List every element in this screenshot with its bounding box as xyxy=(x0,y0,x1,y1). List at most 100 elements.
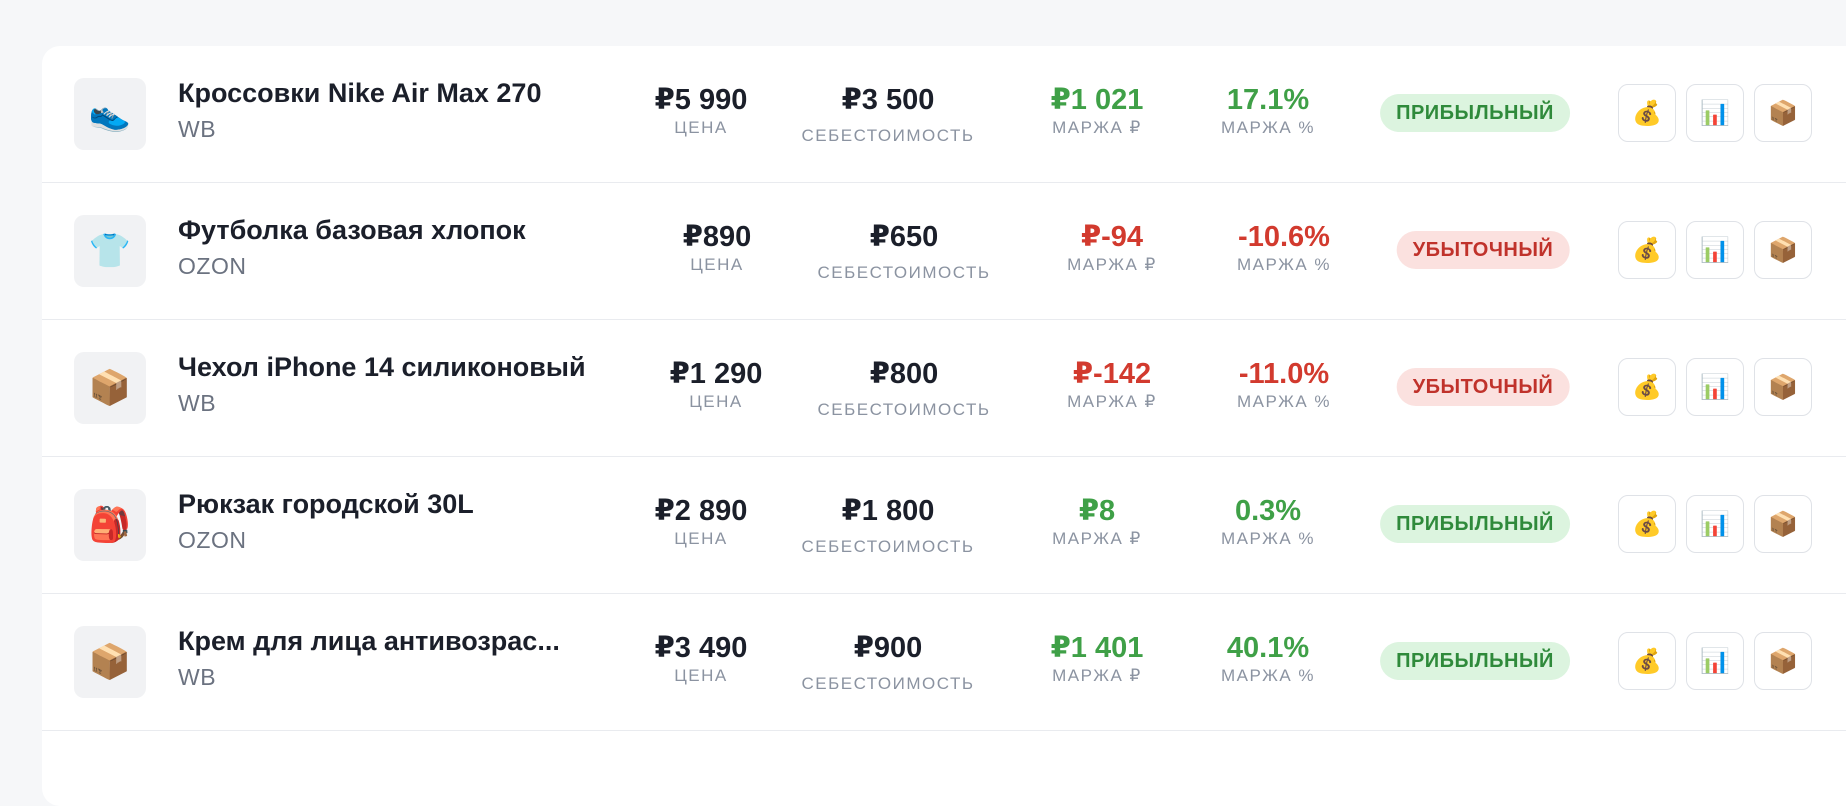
product-thumbnail: 🎒 xyxy=(74,489,146,561)
bar-chart-button[interactable]: 📊 xyxy=(1686,221,1744,279)
cost-label: СЕБЕСТОИМОСТЬ xyxy=(801,537,975,556)
package-icon: 📦 xyxy=(88,368,132,408)
product-name[interactable]: Крем для лица антивозрас... xyxy=(178,626,560,657)
margin-pct-label: МАРЖА % xyxy=(1220,529,1316,548)
cost-value: ₽900 xyxy=(853,632,923,664)
bar-chart-icon: 📊 xyxy=(1700,510,1730,538)
product-platform: WB xyxy=(178,390,217,416)
money-bag-icon: 💰 xyxy=(1632,373,1662,401)
table-row[interactable]: 🎒 Рюкзак городской 30L OZON ₽2 890 ЦЕНА … xyxy=(42,457,1846,594)
margin-rub-metric: ₽8 МАРЖА ₽ xyxy=(1052,493,1142,549)
margin-pct-metric: 17.1% МАРЖА % xyxy=(1221,82,1315,138)
cost-value: ₽3 500 xyxy=(841,84,935,116)
price-metric: ₽2 890 ЦЕНА xyxy=(655,493,748,549)
margin-pct-metric: -10.6% МАРЖА % xyxy=(1237,219,1331,275)
price-label: ЦЕНА xyxy=(689,392,743,411)
package-button[interactable]: 📦 xyxy=(1754,221,1812,279)
price-value: ₽1 290 xyxy=(669,358,763,390)
money-bag-button[interactable]: 💰 xyxy=(1618,84,1676,142)
backpack-icon: 🎒 xyxy=(88,505,132,545)
cost-metric: ₽900 СЕБЕСТОИМОСТЬ xyxy=(801,630,974,694)
margin-pct-label: МАРЖА % xyxy=(1236,255,1332,274)
sneaker-icon: 👟 xyxy=(88,94,132,134)
product-name[interactable]: Футболка базовая хлопок xyxy=(178,215,526,246)
package-icon: 📦 xyxy=(1768,99,1798,127)
margin-rub-value: ₽1 401 xyxy=(1050,632,1144,664)
product-name[interactable]: Кроссовки Nike Air Max 270 xyxy=(178,78,541,109)
product-thumbnail: 📦 xyxy=(74,626,146,698)
money-bag-icon: 💰 xyxy=(1632,510,1662,538)
bar-chart-button[interactable]: 📊 xyxy=(1686,632,1744,690)
package-button[interactable]: 📦 xyxy=(1754,84,1812,142)
price-label: ЦЕНА xyxy=(690,255,744,274)
margin-pct-value: -11.0% xyxy=(1238,358,1330,390)
package-button[interactable]: 📦 xyxy=(1754,632,1812,690)
status-badge: УБЫТОЧНЫЙ xyxy=(1396,368,1570,406)
status-badge: ПРИБЫЛЬНЫЙ xyxy=(1380,642,1570,680)
money-bag-icon: 💰 xyxy=(1632,236,1662,264)
bar-chart-icon: 📊 xyxy=(1700,373,1730,401)
margin-pct-value: 17.1% xyxy=(1226,84,1310,116)
cost-metric: ₽800 СЕБЕСТОИМОСТЬ xyxy=(817,356,990,420)
cost-label: СЕБЕСТОИМОСТЬ xyxy=(801,674,975,693)
bar-chart-button[interactable]: 📊 xyxy=(1686,358,1744,416)
table-row[interactable]: 👟 Кроссовки Nike Air Max 270 WB ₽5 990 Ц… xyxy=(42,46,1846,183)
cost-metric: ₽3 500 СЕБЕСТОИМОСТЬ xyxy=(801,82,974,146)
margin-rub-value: ₽-142 xyxy=(1072,358,1152,390)
product-thumbnail: 📦 xyxy=(74,352,146,424)
margin-rub-label: МАРЖА ₽ xyxy=(1067,255,1157,274)
product-name[interactable]: Рюкзак городской 30L xyxy=(178,489,474,520)
margin-pct-label: МАРЖА % xyxy=(1220,118,1316,137)
package-icon: 📦 xyxy=(1768,236,1798,264)
status-badge: ПРИБЫЛЬНЫЙ xyxy=(1380,505,1570,543)
margin-rub-label: МАРЖА ₽ xyxy=(1067,392,1157,411)
product-platform: WB xyxy=(178,116,217,142)
price-label: ЦЕНА xyxy=(674,529,728,548)
package-button[interactable]: 📦 xyxy=(1754,495,1812,553)
cost-label: СЕБЕСТОИМОСТЬ xyxy=(801,126,975,145)
product-thumbnail: 👟 xyxy=(74,78,146,150)
price-value: ₽2 890 xyxy=(654,495,748,527)
money-bag-icon: 💰 xyxy=(1632,647,1662,675)
money-bag-button[interactable]: 💰 xyxy=(1618,358,1676,416)
price-value: ₽890 xyxy=(682,221,752,253)
money-bag-button[interactable]: 💰 xyxy=(1618,495,1676,553)
margin-rub-value: ₽-94 xyxy=(1080,221,1144,253)
margin-rub-value: ₽1 021 xyxy=(1050,84,1144,116)
package-button[interactable]: 📦 xyxy=(1754,358,1812,416)
price-metric: ₽1 290 ЦЕНА xyxy=(670,356,763,412)
margin-pct-metric: -11.0% МАРЖА % xyxy=(1237,356,1331,412)
bar-chart-button[interactable]: 📊 xyxy=(1686,84,1744,142)
bar-chart-button[interactable]: 📊 xyxy=(1686,495,1744,553)
price-value: ₽5 990 xyxy=(654,84,748,116)
status-badge: ПРИБЫЛЬНЫЙ xyxy=(1380,94,1570,132)
price-value: ₽3 490 xyxy=(654,632,748,664)
table-row[interactable]: 📦 Крем для лица антивозрас... WB ₽3 490 … xyxy=(42,594,1846,731)
margin-pct-metric: 40.1% МАРЖА % xyxy=(1221,630,1315,686)
cost-value: ₽800 xyxy=(869,358,939,390)
package-icon: 📦 xyxy=(1768,510,1798,538)
margin-rub-label: МАРЖА ₽ xyxy=(1052,666,1142,685)
price-metric: ₽890 ЦЕНА xyxy=(683,219,752,275)
cost-label: СЕБЕСТОИМОСТЬ xyxy=(817,400,991,419)
table-row[interactable]: 📦 Чехол iPhone 14 силиконовый WB ₽1 290 … xyxy=(42,320,1846,457)
cost-value: ₽1 800 xyxy=(841,495,935,527)
package-icon: 📦 xyxy=(88,642,132,682)
cost-metric: ₽650 СЕБЕСТОИМОСТЬ xyxy=(817,219,990,283)
tshirt-icon: 👕 xyxy=(88,231,132,271)
margin-pct-value: -10.6% xyxy=(1238,221,1330,253)
product-platform: OZON xyxy=(178,527,247,553)
margin-pct-label: МАРЖА % xyxy=(1220,666,1316,685)
money-bag-button[interactable]: 💰 xyxy=(1618,221,1676,279)
margin-rub-metric: ₽-94 МАРЖА ₽ xyxy=(1067,219,1157,275)
price-metric: ₽3 490 ЦЕНА xyxy=(655,630,748,686)
product-name[interactable]: Чехол iPhone 14 силиконовый xyxy=(178,352,586,383)
product-thumbnail: 👕 xyxy=(74,215,146,287)
margin-pct-metric: 0.3% МАРЖА % xyxy=(1221,493,1315,549)
products-table: 👟 Кроссовки Nike Air Max 270 WB ₽5 990 Ц… xyxy=(42,46,1846,806)
money-bag-button[interactable]: 💰 xyxy=(1618,632,1676,690)
margin-rub-metric: ₽1 021 МАРЖА ₽ xyxy=(1051,82,1144,138)
table-row[interactable]: 👕 Футболка базовая хлопок OZON ₽890 ЦЕНА… xyxy=(42,183,1846,320)
margin-pct-value: 40.1% xyxy=(1226,632,1310,664)
bar-chart-icon: 📊 xyxy=(1700,99,1730,127)
